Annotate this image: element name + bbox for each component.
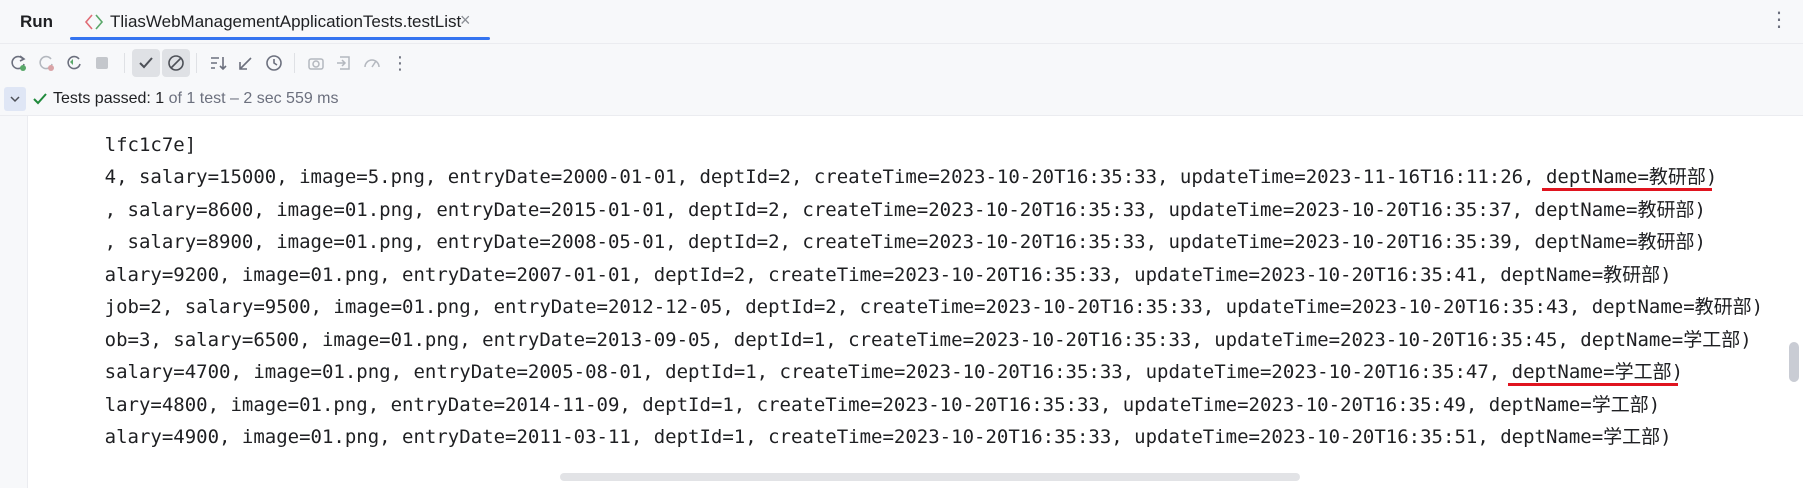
- console-lines: lfc1c7e] 4, salary=15000, image=5.png, e…: [36, 116, 1781, 488]
- more-vertical-icon[interactable]: ⋮: [1769, 10, 1789, 30]
- run-panel-title: Run: [20, 12, 54, 31]
- rerun-icon[interactable]: [4, 49, 32, 77]
- collapse-all-icon[interactable]: [232, 49, 260, 77]
- tab-test-run[interactable]: TliasWebManagementApplicationTests.testL…: [70, 0, 490, 44]
- screenshot-icon[interactable]: [302, 49, 330, 77]
- vertical-scrollbar[interactable]: [1789, 342, 1799, 382]
- show-ignored-icon[interactable]: [162, 49, 190, 77]
- status-label: Tests passed:: [53, 90, 151, 107]
- sort-icon[interactable]: [204, 49, 232, 77]
- passed-count: 1: [155, 90, 165, 107]
- toolbar-separator: [124, 53, 125, 73]
- rerun-failed-icon[interactable]: [32, 49, 60, 77]
- line-tail: ): [1671, 361, 1684, 383]
- stop-icon[interactable]: [88, 49, 116, 77]
- run-tool-window-header: Run TliasWebManagementApplicationTests.t…: [0, 0, 1803, 44]
- horizontal-scrollbar[interactable]: [560, 473, 1300, 481]
- tab-label: TliasWebManagementApplicationTests.testL…: [110, 12, 462, 31]
- toolbar-separator: [294, 53, 295, 73]
- line-text: alary=4900, image=01.png, entryDate=2011…: [104, 426, 1672, 448]
- console-gutter: [0, 116, 28, 488]
- console-output[interactable]: lfc1c7e] 4, salary=15000, image=5.png, e…: [0, 116, 1803, 488]
- test-diamond-icon: [84, 14, 104, 30]
- toolbar-separator: [196, 53, 197, 73]
- console-line: alary=4900, image=01.png, entryDate=2011…: [36, 398, 1672, 476]
- active-tab-indicator: [70, 37, 490, 40]
- test-status-bar: Tests passed: 1 of 1 test – 2 sec 559 ms: [0, 82, 1803, 116]
- close-icon[interactable]: ×: [460, 10, 471, 31]
- passed-check-icon: [33, 93, 47, 105]
- export-icon[interactable]: [330, 49, 358, 77]
- line-tail: ): [1705, 166, 1718, 188]
- coverage-icon[interactable]: [358, 49, 386, 77]
- run-toolbar: ⋮: [0, 44, 1803, 82]
- rerun-auto-icon[interactable]: [60, 49, 88, 77]
- status-detail: of 1 test – 2 sec 559 ms: [168, 90, 339, 107]
- test-result-summary: Tests passed: 1 of 1 test – 2 sec 559 ms: [53, 90, 339, 108]
- toolbar-more-icon[interactable]: ⋮: [386, 49, 414, 77]
- chevron-down-icon[interactable]: [4, 87, 26, 111]
- show-passed-icon[interactable]: [132, 49, 160, 77]
- history-icon[interactable]: [260, 49, 288, 77]
